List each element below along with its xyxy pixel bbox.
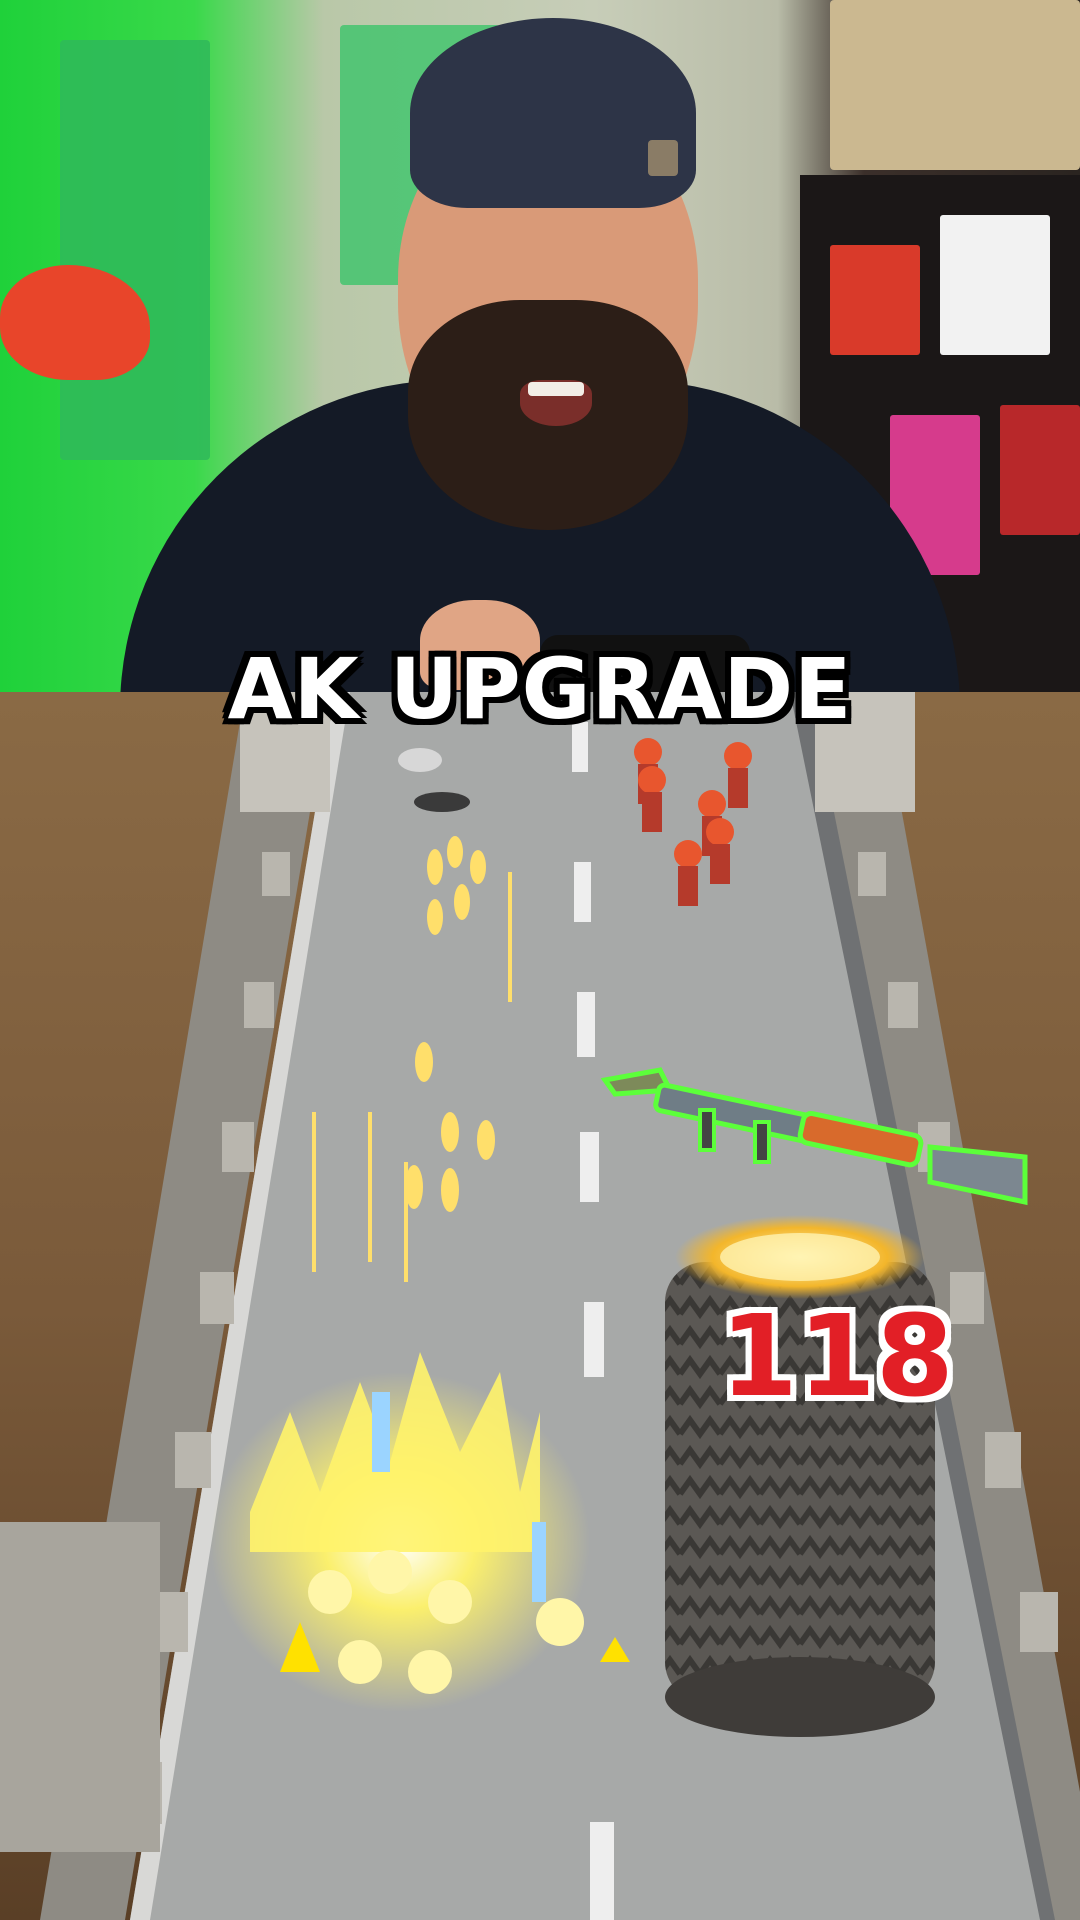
enemy-soldier	[674, 840, 702, 906]
webcam-feed	[0, 0, 1080, 692]
cap-strap	[648, 140, 678, 176]
game-view: 118	[0, 692, 1080, 1920]
enemy-soldier	[638, 766, 666, 832]
person-cap	[410, 18, 696, 208]
wall-shelf-top	[830, 0, 1080, 170]
left-tower-bottom	[0, 1522, 160, 1852]
enemy-soldier	[724, 742, 752, 808]
wall-poster-left	[60, 40, 210, 460]
person-teeth	[528, 382, 584, 396]
obstacle-hit-counter: 118	[720, 1292, 954, 1422]
enemy-soldier	[706, 818, 734, 884]
video-caption: AK UPGRADE	[227, 640, 853, 738]
